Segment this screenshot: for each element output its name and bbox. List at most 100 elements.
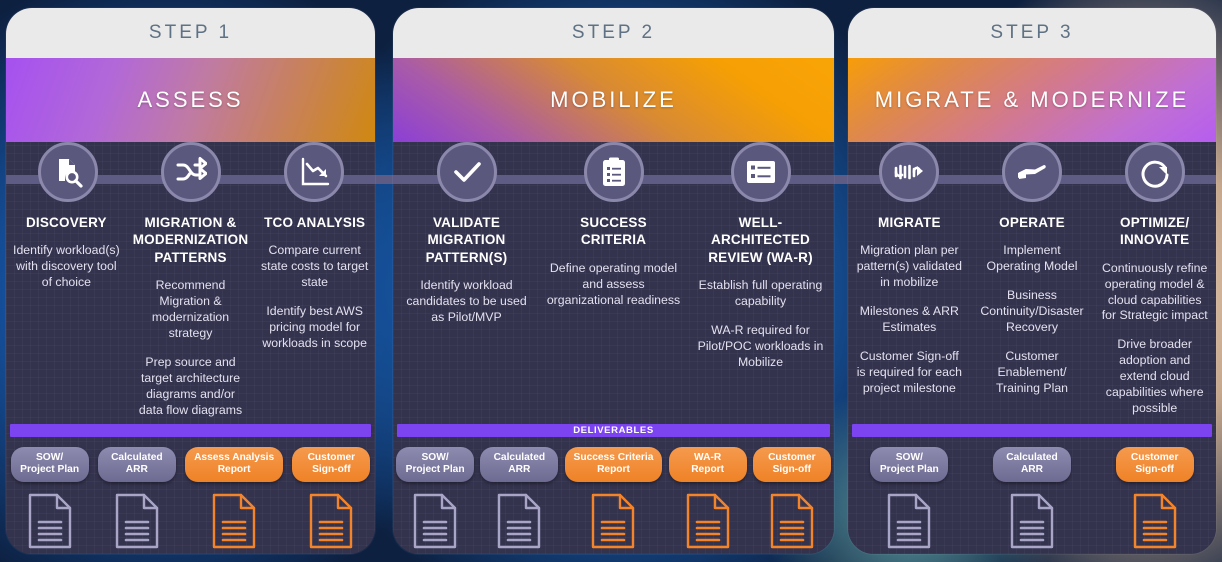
clipboard-checklist-icon [583,142,644,202]
column-well-architected-review-wa-r: WELL-ARCHITECTED REVIEW (WA-R) Establish … [687,214,834,404]
deliverable-label-line: Calculated [493,452,546,463]
document-icon [769,492,815,554]
column-paragraph: Define operating model and assess organi… [546,260,681,307]
deliverable-item[interactable]: Calculated ARR [97,447,176,554]
declining-chart-icon [283,142,344,202]
document-icon [590,492,636,554]
column-body: Compare current state costs to target st… [260,243,369,352]
deliverable-label[interactable]: Calculated ARR [480,447,559,482]
document-icon [886,492,932,554]
column-body: Establish full operating capability WA-R … [693,278,828,371]
column-body: Identify workload candidates to be used … [399,278,534,326]
list-panel-icon [730,142,791,202]
step-panel-3: STEP 3 MIGRATE & MODERNIZE MIGRATE Migratio… [848,8,1216,554]
column-group: DISCOVERY Identify workload(s) with disco… [6,214,375,417]
deliverable-item[interactable]: SOW/Project Plan [870,447,949,554]
phase-title: ASSESS [6,58,375,142]
deliverable-label[interactable]: Calculated ARR [97,447,176,482]
deliverable-label-line: SOW/ [421,452,449,463]
deliverable-item[interactable]: Calculated ARR [992,447,1071,554]
deliverable-item[interactable]: SOW/Project Plan [396,447,475,554]
deliverable-label[interactable]: Customer Sign-off [752,447,831,482]
phase-title: MOBILIZE [393,58,834,142]
column-migrate: MIGRATE Migration plan per pattern(s) val… [848,214,971,404]
column-paragraph: Customer Enablement/ Training Plan [996,349,1068,396]
column-validate-migration-pattern-s: VALIDATE MIGRATION PATTERN(S) Identify wo… [393,214,540,404]
column-body: Define operating model and assess organi… [546,261,681,309]
deliverable-label-line: Calculated [1006,452,1058,463]
deliverable-item[interactable]: SOW/Project Plan [10,447,89,554]
deliverable-label[interactable]: Success Criteria Report [564,447,663,482]
column-body: Continuously refine operating model & cl… [1099,261,1210,418]
deliverable-label-line: Project Plan [20,464,80,476]
column-discovery: DISCOVERY Identify workload(s) with disco… [6,214,127,404]
deliverable-label-line: Customer [1130,452,1179,463]
squiggle-arrow-icon [879,142,940,202]
step-panel-1: STEP 1 ASSESS DISCOVERY Identify workload(s… [6,8,375,554]
deliverable-label[interactable]: Customer Sign-off [292,447,371,482]
deliverable-label-line: Report [597,464,630,476]
deliverable-label-line: Project Plan [879,464,939,476]
column-group: MIGRATE Migration plan per pattern(s) val… [848,214,1216,415]
phase-title: MIGRATE & MODERNIZE [848,58,1216,142]
column-paragraph: Continuously refine operating model & cl… [1101,260,1208,323]
deliverable-label-line: Success Criteria [573,452,654,463]
deliverable-item[interactable]: Customer Sign-off [1115,447,1194,554]
deliverables-row: SOW/Project Plan Calculated ARR Success Cri… [393,447,834,554]
deliverable-item[interactable]: Assess Analysis Report [185,447,284,554]
document-icon [412,492,458,554]
icon-row [393,142,834,212]
document-icon [211,492,257,554]
deliverable-label-line: Calculated [111,452,163,463]
shuffle-arrows-icon [160,142,221,202]
column-title: SUCCESS CRITERIA [580,215,647,248]
deliverable-label[interactable]: Assess Analysis Report [185,447,284,482]
deliverable-label[interactable]: Customer Sign-off [1115,447,1194,482]
deliverable-label-line: ARR [125,464,148,476]
step-label: STEP 1 [6,8,375,58]
refresh-circle-icon [1124,142,1185,202]
deliverable-item[interactable]: Calculated ARR [480,447,559,554]
column-paragraph: Recommend Migration & modernization stra… [151,277,230,340]
column-optimize-innovate: OPTIMIZE/ INNOVATE Continuously refine op… [1093,214,1216,415]
deliverable-label[interactable]: WA-R Report [668,447,747,482]
column-title: WELL-ARCHITECTED REVIEW (WA-R) [708,215,813,265]
deliverable-label-line: Sign-off [312,464,351,476]
deliverable-label[interactable]: Calculated ARR [992,447,1071,482]
column-tco-analysis: TCO ANALYSIS Compare current state costs … [254,214,375,404]
deliverable-label[interactable]: SOW/Project Plan [870,447,949,482]
column-title: OPTIMIZE/ INNOVATE [1120,215,1190,248]
column-title: OPERATE [999,215,1065,230]
column-migration-modernization-patterns: MIGRATION & MODERNIZATION PATTERNS Recomm… [127,214,255,417]
column-paragraph: Identify workload candidates to be used … [406,277,527,324]
deliverable-label[interactable]: SOW/Project Plan [396,447,475,482]
column-operate: OPERATE Implement Operating Model Business… [971,214,1094,404]
column-paragraph: Drive broader adoption and extend cloud … [1105,337,1204,416]
deliverable-label-line: Report [217,464,251,476]
column-paragraph: Customer Sign-off is required for each p… [856,349,962,396]
column-body: Recommend Migration & modernization stra… [133,278,249,419]
step-panel-2: STEP 2 MOBILIZE VALIDATE MIGRATION PATTERN… [393,8,834,554]
checkmark-icon [436,142,497,202]
deliverable-item[interactable]: Customer Sign-off [752,447,831,554]
column-paragraph: Implement Operating Model [986,243,1078,274]
document-icon [114,492,160,554]
document-icon [1009,492,1055,554]
hand-offer-icon [1002,142,1062,202]
document-icon [308,492,354,554]
column-paragraph: Business Continuity/Disaster Recovery [980,288,1084,335]
column-success-criteria: SUCCESS CRITERIA Define operating model a… [540,214,687,404]
column-paragraph: Establish full operating capability [698,277,823,308]
column-paragraph: Milestones & ARR Estimates [859,304,959,335]
deliverable-label[interactable]: SOW/Project Plan [10,447,89,482]
deliverable-item[interactable]: Success Criteria Report [564,447,663,554]
deliverables-banner [852,424,1212,437]
deliverable-label-line: WA-R [694,452,722,463]
column-title: MIGRATE [878,215,941,230]
deliverable-label-line: SOW/ [36,452,64,463]
panel-body: DISCOVERY Identify workload(s) with disco… [6,142,375,554]
step-label: STEP 2 [393,8,834,58]
deliverable-item[interactable]: Customer Sign-off [292,447,371,554]
deliverable-label-line: Project Plan [405,464,465,476]
deliverable-item[interactable]: WA-R Report [668,447,747,554]
